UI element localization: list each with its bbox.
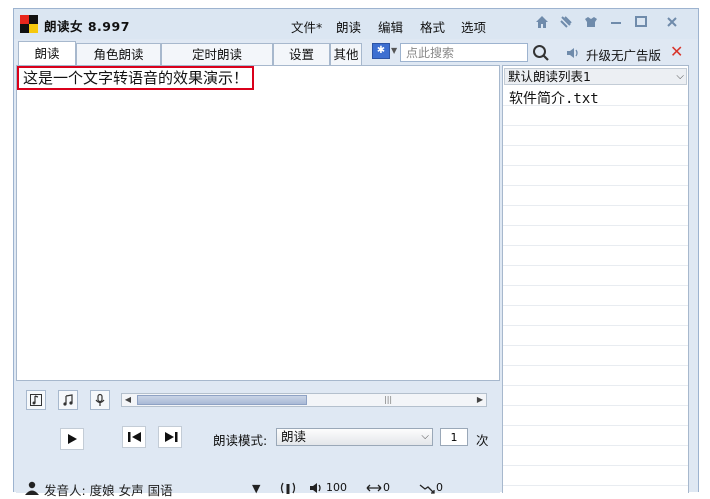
- tab-read[interactable]: 朗读: [18, 41, 76, 65]
- player-controls: ◀ ||| ▶ 朗读模式: 朗读 ⌵ 次 发音人: 度娘 女声 国语 ▼: [16, 381, 500, 498]
- app-window: 朗读女 8.997 文件* 朗读 编辑 格式 选项 朗读 角色朗读 定时朗读 设…: [13, 8, 699, 498]
- repeat-count-input[interactable]: [440, 428, 468, 446]
- microphone-icon: [95, 393, 105, 406]
- music-note-icon: [63, 394, 73, 406]
- tab-timed-read[interactable]: 定时朗读: [161, 43, 273, 65]
- menu-options[interactable]: 选项: [461, 17, 486, 36]
- volume-value: 100: [326, 481, 347, 494]
- play-button[interactable]: [60, 428, 84, 450]
- tab-role-read[interactable]: 角色朗读: [76, 43, 161, 65]
- list-item[interactable]: 软件简介.txt: [509, 88, 599, 108]
- rate-value: 0: [383, 481, 390, 494]
- scroll-grip-icon: |||: [384, 395, 393, 404]
- pitch-icon: [419, 484, 435, 494]
- search-input[interactable]: [400, 43, 528, 62]
- upgrade-link[interactable]: 升级无广告版: [586, 45, 661, 64]
- search-engine-dropdown-icon[interactable]: ▼: [391, 46, 397, 55]
- read-mode-label: 朗读模式:: [213, 433, 268, 448]
- volume-icon: [310, 483, 321, 493]
- skin-icon[interactable]: [582, 15, 600, 33]
- previous-button[interactable]: [122, 426, 146, 448]
- voice-select[interactable]: 发音人: 度娘 女声 国语 ▼: [24, 481, 270, 498]
- speaker-icon: [567, 48, 578, 58]
- scroll-left-icon[interactable]: ◀: [122, 394, 134, 406]
- menu-format[interactable]: 格式: [420, 17, 445, 36]
- scroll-right-icon[interactable]: ▶: [474, 394, 486, 406]
- repeat-count-unit: 次: [476, 433, 489, 448]
- skip-next-icon: [165, 432, 178, 442]
- minimize-icon[interactable]: [607, 15, 625, 33]
- scroll-thumb[interactable]: [137, 395, 307, 405]
- playlist-name: 默认朗读列表1: [508, 69, 591, 84]
- voice-settings-button[interactable]: [280, 481, 304, 495]
- read-mode-select[interactable]: 朗读 ⌵: [276, 428, 433, 446]
- chevron-down-icon: ▼: [252, 482, 261, 495]
- chevron-down-icon: ⌵: [676, 71, 684, 82]
- app-title: 朗读女 8.997: [44, 19, 130, 34]
- volume-control[interactable]: 100: [309, 481, 353, 495]
- maximize-icon[interactable]: [632, 15, 650, 33]
- chevron-down-icon: ⌵: [421, 431, 429, 442]
- playlist-select[interactable]: 默认朗读列表1 ⌵: [504, 68, 687, 85]
- broadcast-icon: [280, 482, 296, 494]
- pin-icon[interactable]: [557, 15, 575, 33]
- person-icon: [25, 481, 39, 495]
- progress-scrollbar[interactable]: ◀ ||| ▶: [121, 393, 487, 407]
- app-logo-icon: [20, 15, 38, 33]
- speed-arrows-icon: [366, 484, 382, 492]
- pitch-value: 0: [436, 481, 443, 494]
- editor-text: 这是一个文字转语音的效果演示！: [17, 66, 255, 90]
- tab-settings[interactable]: 设置: [273, 43, 330, 65]
- menu-read[interactable]: 朗读: [336, 17, 361, 36]
- menu-edit[interactable]: 编辑: [378, 17, 403, 36]
- import-text-button[interactable]: [26, 390, 46, 410]
- text-editor[interactable]: 这是一个文字转语音的效果演示！: [16, 65, 500, 381]
- close-window-icon[interactable]: [663, 15, 681, 33]
- record-button[interactable]: [90, 390, 110, 410]
- next-button[interactable]: [158, 426, 182, 448]
- read-mode-value: 朗读: [281, 429, 307, 444]
- playlist-panel: 默认朗读列表1 ⌵ 软件简介.txt: [502, 65, 689, 494]
- rate-control[interactable]: 0: [366, 481, 406, 495]
- document-note-icon: [30, 394, 42, 406]
- menu-file[interactable]: 文件*: [291, 17, 322, 36]
- search-icon[interactable]: [532, 44, 550, 62]
- play-icon: [68, 434, 77, 444]
- title-bar: 朗读女 8.997 文件* 朗读 编辑 格式 选项: [14, 9, 698, 39]
- tab-other[interactable]: 其他: [330, 43, 362, 65]
- playlist-rows: [503, 86, 688, 494]
- voice-label: 发音人: 度娘 女声 国语: [44, 483, 173, 498]
- home-icon[interactable]: [533, 15, 551, 33]
- pitch-control[interactable]: 0: [419, 481, 459, 495]
- skip-previous-icon: [128, 432, 141, 442]
- close-ad-icon[interactable]: ✕: [670, 42, 683, 61]
- paw-search-engine-icon[interactable]: ✱: [372, 43, 390, 59]
- music-button[interactable]: [58, 390, 78, 410]
